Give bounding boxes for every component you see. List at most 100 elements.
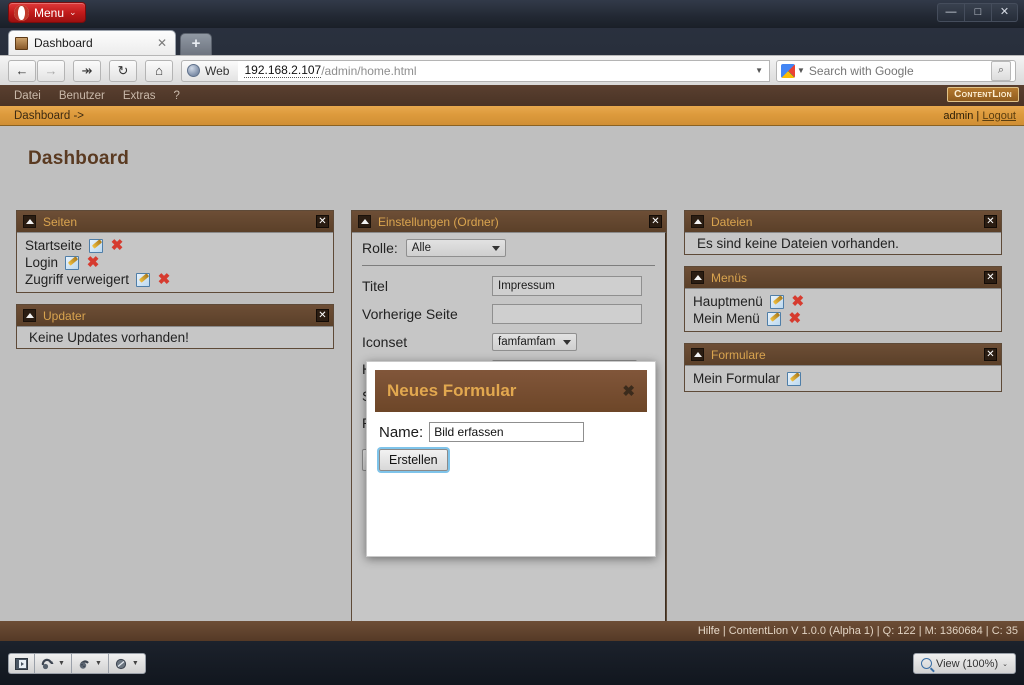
back-button[interactable]: ← bbox=[8, 59, 36, 82]
collapse-up-icon[interactable] bbox=[23, 309, 36, 322]
fast-forward-button[interactable]: ↠ bbox=[73, 59, 101, 82]
field-label: Iconset bbox=[362, 333, 408, 350]
iconset-select[interactable]: famfamfam bbox=[492, 333, 577, 351]
panel-body: Hauptmenü ✖ Mein Menü ✖ bbox=[685, 288, 1001, 331]
edit-icon[interactable] bbox=[766, 311, 781, 326]
close-icon[interactable]: ✕ bbox=[984, 215, 997, 228]
delete-icon[interactable]: ✖ bbox=[86, 255, 100, 270]
list-item: Hauptmenü ✖ bbox=[685, 293, 1001, 310]
cms-menu-bar: Datei Benutzer Extras ? ContentLion bbox=[0, 85, 1024, 106]
cookie-icon bbox=[79, 660, 89, 669]
chevron-down-icon: ⌄ bbox=[1002, 660, 1008, 668]
dialog-close-icon[interactable]: ✖ bbox=[622, 382, 635, 400]
create-button[interactable]: Erstellen bbox=[379, 449, 448, 471]
opera-browser-window: Menu ⌄ — □ ✕ Dashboard ✕ + ← → ↠ ↻ ⌂ Web… bbox=[0, 0, 1024, 685]
window-titlebar: Menu ⌄ — □ ✕ bbox=[0, 0, 1024, 28]
panel-header: Menüs ✕ bbox=[685, 267, 1001, 288]
delete-icon[interactable]: ✖ bbox=[788, 311, 802, 326]
search-input[interactable] bbox=[808, 63, 991, 78]
panel-icon bbox=[15, 657, 28, 670]
page-name: Login bbox=[25, 255, 59, 270]
url-path: /admin/home.html bbox=[321, 63, 417, 78]
delete-icon[interactable]: ✖ bbox=[157, 272, 171, 287]
panel-header: Seiten ✕ bbox=[17, 211, 333, 232]
tab-strip: Dashboard ✕ + bbox=[0, 28, 1024, 77]
collapse-up-icon[interactable] bbox=[23, 215, 36, 228]
content-blocker-button[interactable]: ▼ bbox=[34, 653, 71, 674]
opera-menu-button[interactable]: Menu ⌄ bbox=[8, 2, 86, 23]
collapse-up-icon[interactable] bbox=[358, 215, 371, 228]
chevron-down-icon[interactable]: ▼ bbox=[797, 66, 805, 75]
logout-link[interactable]: Logout bbox=[982, 110, 1016, 122]
search-box[interactable]: ▼ ⌕ bbox=[776, 59, 1016, 82]
tab-close-icon[interactable]: ✕ bbox=[155, 36, 169, 50]
zoom-control[interactable]: View (100%) ⌄ bbox=[912, 653, 1016, 674]
list-item: Mein Menü ✖ bbox=[685, 310, 1001, 327]
web-mode-button[interactable]: Web bbox=[181, 59, 239, 82]
forward-button[interactable]: → bbox=[37, 59, 65, 82]
edit-icon[interactable] bbox=[769, 294, 784, 309]
close-button[interactable]: ✕ bbox=[991, 3, 1018, 22]
role-select[interactable]: Alle bbox=[405, 239, 506, 257]
list-item: Login ✖ bbox=[17, 254, 333, 271]
collapse-up-icon[interactable] bbox=[691, 348, 704, 361]
zoom-label: View (100%) bbox=[935, 657, 999, 670]
collapse-up-icon[interactable] bbox=[691, 271, 704, 284]
image-settings-button[interactable]: ▼ bbox=[107, 653, 146, 674]
close-icon[interactable]: ✕ bbox=[984, 348, 997, 361]
titel-input[interactable] bbox=[492, 276, 642, 296]
panel-title: Einstellungen (Ordner) bbox=[378, 214, 499, 229]
close-icon[interactable]: ✕ bbox=[316, 215, 329, 228]
search-icon[interactable]: ⌕ bbox=[991, 60, 1011, 81]
dialog-body: Name: Erstellen bbox=[375, 412, 647, 471]
cookie-settings-button[interactable]: ▼ bbox=[70, 653, 108, 674]
dashboard-column-left: Seiten ✕ Startseite ✖ Login ✖ Zugriff ve… bbox=[16, 210, 334, 629]
panel-title: Formulare bbox=[711, 347, 766, 362]
url-host: 192.168.2.107 bbox=[244, 63, 322, 78]
edit-icon[interactable] bbox=[89, 238, 104, 253]
reload-button[interactable]: ↻ bbox=[109, 59, 137, 82]
menu-help[interactable]: ? bbox=[173, 90, 179, 102]
page-name: Zugriff verweigert bbox=[25, 272, 130, 287]
chevron-down-icon: ▼ bbox=[131, 660, 139, 667]
edit-icon[interactable] bbox=[136, 272, 151, 287]
collapse-up-icon[interactable] bbox=[691, 215, 704, 228]
opera-menu-label: Menu bbox=[34, 5, 65, 20]
vorherige-seite-input[interactable] bbox=[492, 304, 642, 324]
panel-body: Mein Formular bbox=[685, 365, 1001, 391]
tab-dashboard[interactable]: Dashboard ✕ bbox=[8, 30, 176, 55]
separator: | bbox=[976, 109, 980, 122]
menu-datei[interactable]: Datei bbox=[14, 90, 41, 102]
menu-benutzer[interactable]: Benutzer bbox=[59, 90, 105, 102]
menu-name: Hauptmenü bbox=[693, 294, 763, 309]
home-button[interactable]: ⌂ bbox=[145, 59, 173, 82]
page-title: Dashboard bbox=[28, 148, 130, 169]
name-label: Name: bbox=[379, 423, 424, 441]
address-bar[interactable]: 192.168.2.107 /admin/home.html ▼ bbox=[238, 59, 770, 82]
menu-extras[interactable]: Extras bbox=[123, 90, 156, 102]
chevron-down-icon[interactable]: ▼ bbox=[755, 66, 763, 75]
image-settings-icon bbox=[115, 658, 126, 669]
close-icon[interactable]: ✕ bbox=[649, 215, 662, 228]
list-item: Startseite ✖ bbox=[17, 237, 333, 254]
delete-icon[interactable]: ✖ bbox=[110, 238, 124, 253]
field-label: Titel bbox=[362, 278, 388, 294]
favicon-icon bbox=[15, 36, 28, 50]
maximize-button[interactable]: □ bbox=[964, 3, 991, 22]
edit-icon[interactable] bbox=[787, 371, 802, 386]
globe-icon bbox=[187, 64, 200, 77]
content-blocker-icon bbox=[41, 658, 54, 669]
form-name-input[interactable] bbox=[429, 422, 585, 442]
menu-name: Mein Menü bbox=[693, 311, 760, 326]
username-label: admin bbox=[943, 109, 974, 122]
close-icon[interactable]: ✕ bbox=[316, 309, 329, 322]
delete-icon[interactable]: ✖ bbox=[791, 294, 805, 309]
status-bar-buttons: ▼ ▼ ▼ bbox=[8, 653, 146, 674]
panels-toggle-button[interactable] bbox=[8, 653, 34, 674]
minimize-button[interactable]: — bbox=[937, 3, 964, 22]
help-link[interactable]: Hilfe bbox=[698, 625, 720, 637]
new-tab-button[interactable]: + bbox=[180, 33, 212, 55]
close-icon[interactable]: ✕ bbox=[984, 271, 997, 284]
dialog-header: Neues Formular ✖ bbox=[375, 370, 647, 412]
edit-icon[interactable] bbox=[65, 255, 80, 270]
